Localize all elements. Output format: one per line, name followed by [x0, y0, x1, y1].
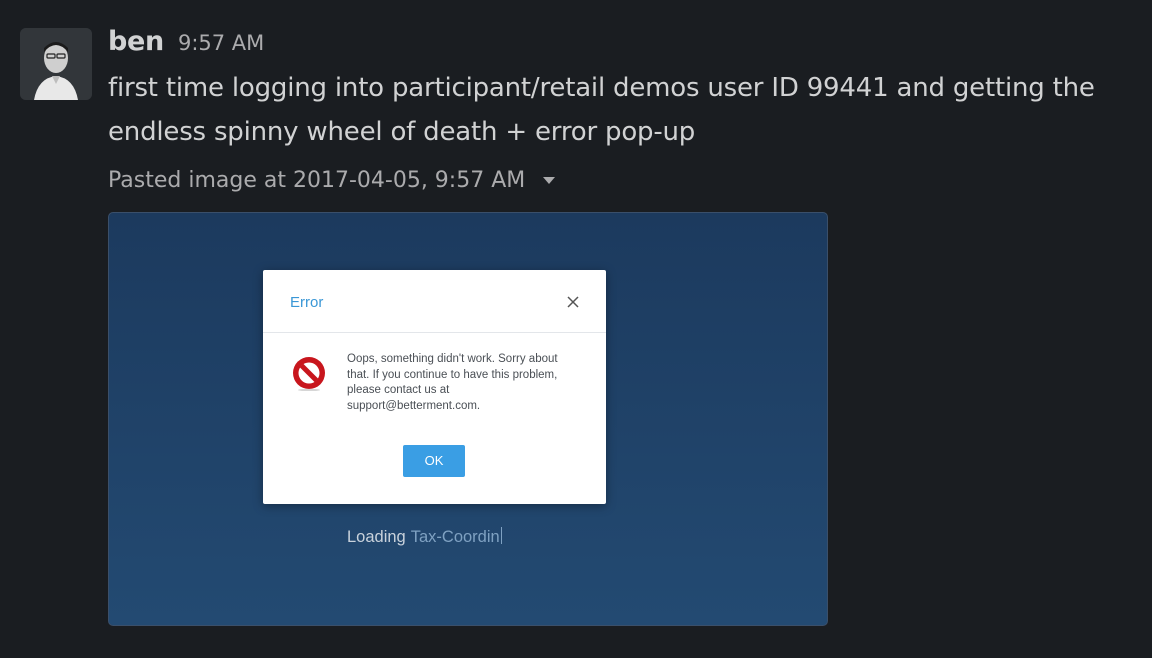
chevron-down-icon[interactable] — [543, 177, 556, 184]
modal-header: Error — [263, 270, 606, 333]
close-icon[interactable] — [566, 295, 580, 309]
loading-item: Tax-Coordin — [410, 528, 500, 546]
message-text: first time logging into participant/reta… — [108, 73, 1095, 147]
text-cursor — [500, 527, 502, 544]
no-entry-icon — [293, 357, 325, 391]
message-header: ben 9:57 AM — [108, 26, 264, 62]
attached-image[interactable]: Error Oops, something didn't work. Sorry… — [108, 212, 828, 626]
loading-status: Loading Tax-Coordin — [347, 527, 502, 547]
attachment-meta: Pasted image at 2017-04-05, 9:57 AM — [108, 168, 556, 193]
user-avatar-photo — [20, 28, 92, 100]
chat-message: ben 9:57 AM first time logging into part… — [0, 0, 1152, 658]
sender-name[interactable]: ben — [108, 26, 164, 57]
modal-body: Oops, something didn't work. Sorry about… — [263, 333, 606, 504]
modal-message: Oops, something didn't work. Sorry about… — [347, 353, 558, 412]
ok-button[interactable]: OK — [403, 445, 465, 477]
loading-prefix: Loading — [347, 528, 406, 546]
attachment-label[interactable]: Pasted image at 2017-04-05, 9:57 AM — [108, 168, 525, 193]
error-modal: Error Oops, something didn't work. Sorry… — [263, 270, 606, 504]
modal-title: Error — [290, 294, 324, 311]
avatar[interactable] — [20, 28, 92, 100]
message-timestamp[interactable]: 9:57 AM — [178, 31, 264, 55]
